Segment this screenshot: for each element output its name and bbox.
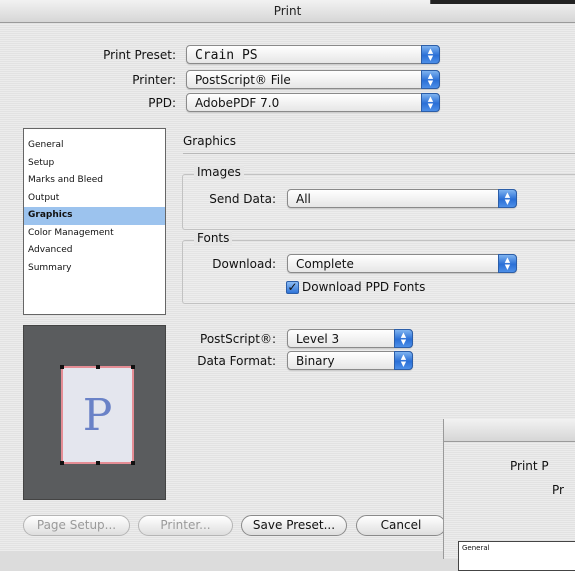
ppd-popup[interactable]: AdobePDF 7.0 ▲ ▼ (186, 93, 440, 112)
preview-page: P (60, 365, 135, 465)
overlapping-preset-label: Print P (510, 459, 549, 473)
print-dialog: Print Print Preset: Crain PS ▲ ▼ Printer:… (0, 0, 575, 571)
sidebar-item-general[interactable]: General (24, 137, 165, 155)
download-ppd-fonts-label: Download PPD Fonts (302, 280, 426, 294)
data-format-label: Data Format: (197, 354, 276, 368)
popup-arrows-icon: ▲ ▼ (498, 189, 517, 208)
popup-arrows-icon: ▲ ▼ (421, 70, 440, 89)
print-preset-label: Print Preset: (103, 48, 176, 62)
send-data-value: All (296, 192, 311, 206)
popup-arrows-icon: ▲ ▼ (498, 254, 517, 273)
crop-mark (96, 365, 100, 369)
print-preset-value: Crain PS (195, 48, 258, 63)
popup-arrows-icon: ▲ ▼ (394, 351, 413, 370)
send-data-popup[interactable]: All ▲ ▼ (287, 189, 517, 208)
sidebar-item-setup[interactable]: Setup (24, 155, 165, 173)
postscript-level-value: Level 3 (296, 332, 340, 346)
popup-arrows-icon: ▲ ▼ (421, 93, 440, 112)
sidebar-item-marks-and-bleed[interactable]: Marks and Bleed (24, 172, 165, 190)
ppd-label: PPD: (148, 96, 176, 110)
crop-mark (60, 461, 64, 465)
popup-arrows-icon: ▲ ▼ (394, 329, 413, 348)
panel-title: Graphics (183, 134, 236, 148)
crop-mark (60, 365, 64, 369)
crop-mark (96, 461, 100, 465)
preview-letter: P (82, 390, 113, 441)
cancel-button[interactable]: Cancel (356, 515, 446, 536)
postscript-label: PostScript®: (200, 332, 276, 346)
background-window-edge (430, 0, 575, 4)
sidebar-item-color-management[interactable]: Color Management (24, 225, 165, 243)
page-preview: P (23, 325, 166, 500)
postscript-level-popup[interactable]: Level 3 ▲ ▼ (287, 329, 413, 348)
overlapping-printer-label: Pr (552, 483, 564, 497)
download-popup[interactable]: Complete ▲ ▼ (287, 254, 517, 273)
page-setup-button[interactable]: Page Setup... (23, 515, 130, 536)
save-preset-button[interactable]: Save Preset... (241, 515, 347, 536)
crop-mark (131, 365, 135, 369)
overlapping-category-list: General (458, 541, 575, 571)
category-list[interactable]: General Setup Marks and Bleed Output Gra… (23, 128, 166, 315)
download-label: Download: (212, 257, 276, 271)
download-value: Complete (296, 257, 354, 271)
send-data-label: Send Data: (209, 192, 276, 206)
printer-label: Printer: (132, 73, 176, 87)
ppd-value: AdobePDF 7.0 (195, 96, 280, 110)
data-format-value: Binary (296, 354, 335, 368)
overlapping-dialog-titlebar (444, 419, 575, 442)
print-preset-popup[interactable]: Crain PS ▲ ▼ (186, 45, 440, 64)
overlapping-print-dialog: Print P Pr General (443, 419, 575, 571)
sidebar-item-advanced[interactable]: Advanced (24, 242, 165, 260)
crop-mark (131, 461, 135, 465)
sidebar-item-summary[interactable]: Summary (24, 260, 165, 278)
fonts-group-title: Fonts (194, 231, 233, 245)
printer-button[interactable]: Printer... (138, 515, 233, 536)
printer-value: PostScript® File (195, 73, 291, 87)
download-ppd-fonts-checkbox[interactable]: ✓ (286, 281, 299, 294)
data-format-popup[interactable]: Binary ▲ ▼ (287, 351, 413, 370)
popup-arrows-icon: ▲ ▼ (421, 45, 440, 64)
sidebar-item-output[interactable]: Output (24, 190, 165, 208)
sidebar-item-graphics[interactable]: Graphics (24, 207, 165, 225)
panel-divider (183, 153, 575, 154)
images-group-title: Images (194, 165, 244, 179)
printer-popup[interactable]: PostScript® File ▲ ▼ (186, 70, 440, 89)
